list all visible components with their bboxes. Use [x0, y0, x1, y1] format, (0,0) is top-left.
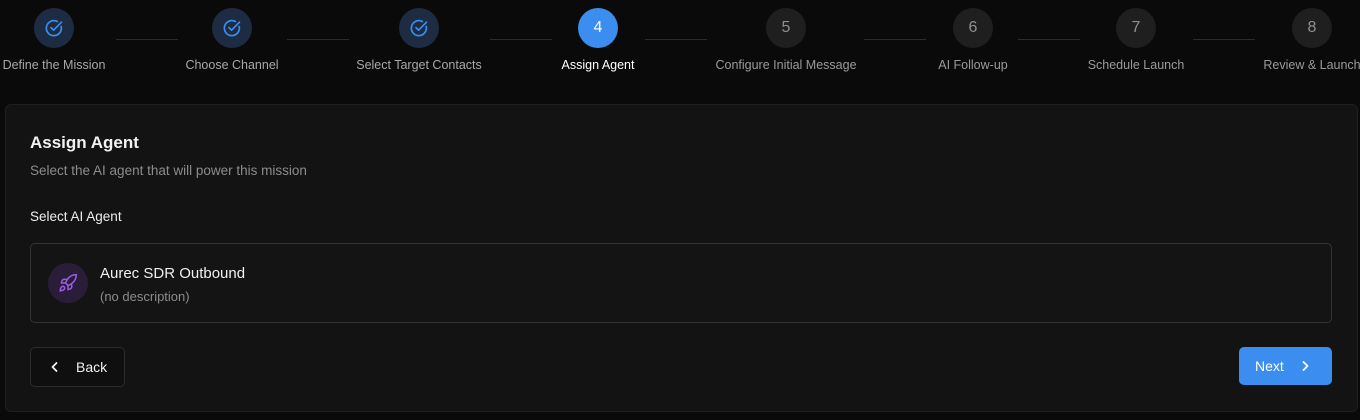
progress-stepper: Define the Mission Choose Channel Select…: [0, 0, 1360, 90]
step-label: Review & Launch: [1263, 58, 1360, 72]
chevron-left-icon: [48, 360, 62, 374]
card-title: Assign Agent: [30, 133, 139, 152]
step-configure-initial-message[interactable]: 5 Configure Initial Message: [686, 8, 886, 72]
step-circle: [399, 8, 439, 48]
check-circle-icon: [45, 19, 63, 37]
select-agent-label: Select AI Agent: [30, 209, 122, 224]
agent-name: Aurec SDR Outbound: [100, 265, 246, 282]
step-label: Define the Mission: [2, 58, 106, 72]
step-circle: 5: [766, 8, 806, 48]
step-circle: 7: [1116, 8, 1156, 48]
step-circle: [212, 8, 252, 48]
agent-description: (no description): [100, 289, 190, 304]
step-label: AI Follow-up: [938, 58, 1008, 72]
back-button[interactable]: Back: [30, 347, 125, 387]
assign-agent-card: Assign Agent Select the AI agent that wi…: [5, 104, 1358, 412]
agent-option-aurec-sdr-outbound[interactable]: Aurec SDR Outbound (no description): [30, 243, 1332, 323]
step-label: Assign Agent: [561, 58, 635, 72]
step-choose-channel[interactable]: Choose Channel: [132, 8, 332, 72]
rocket-icon: [59, 273, 78, 292]
next-button-label: Next: [1255, 358, 1284, 374]
back-button-label: Back: [76, 359, 108, 375]
check-circle-icon: [223, 19, 241, 37]
step-label: Choose Channel: [185, 58, 279, 72]
step-circle: 6: [953, 8, 993, 48]
step-label: Configure Initial Message: [715, 58, 857, 72]
step-define-the-mission[interactable]: Define the Mission: [0, 8, 154, 72]
step-circle: 4: [578, 8, 618, 48]
next-button[interactable]: Next: [1239, 347, 1332, 385]
step-assign-agent[interactable]: 4 Assign Agent: [498, 8, 698, 72]
step-label: Schedule Launch: [1087, 58, 1185, 72]
chevron-right-icon: [1298, 359, 1312, 373]
step-circle: [34, 8, 74, 48]
step-schedule-launch[interactable]: 7 Schedule Launch: [1036, 8, 1236, 72]
card-subtitle: Select the AI agent that will power this…: [30, 163, 307, 178]
step-review-and-launch[interactable]: 8 Review & Launch: [1212, 8, 1360, 72]
check-circle-icon: [410, 19, 428, 37]
agent-avatar: [48, 263, 88, 303]
step-circle: 8: [1292, 8, 1332, 48]
step-select-target-contacts[interactable]: Select Target Contacts: [319, 8, 519, 72]
step-label: Select Target Contacts: [356, 58, 482, 72]
